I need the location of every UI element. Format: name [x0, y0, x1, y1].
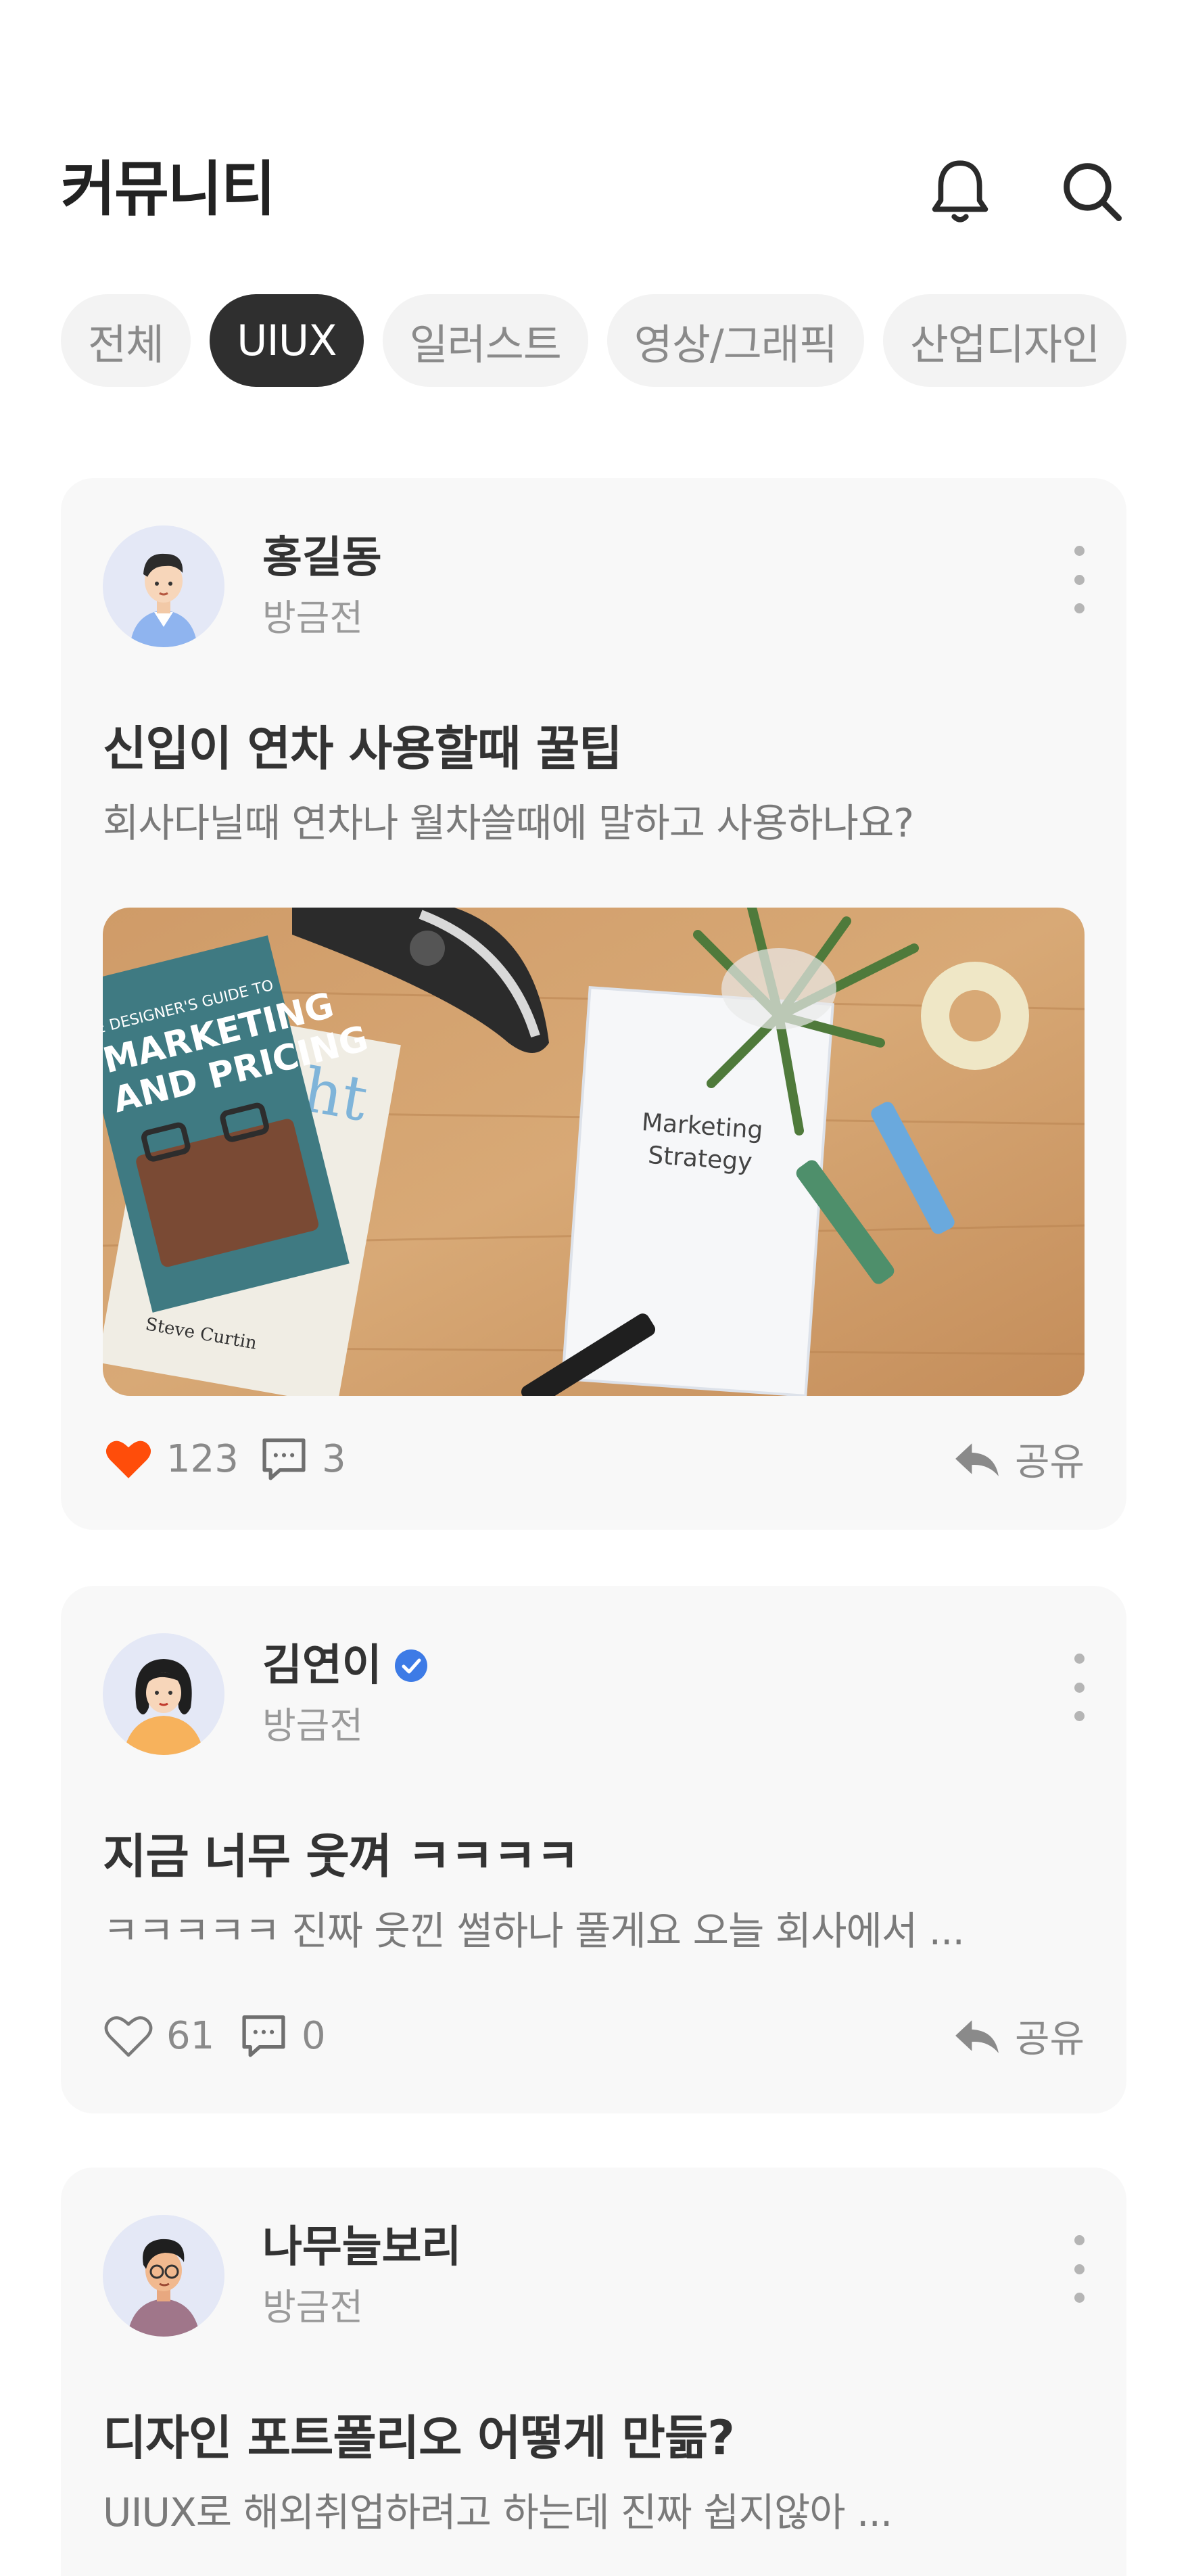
like-button[interactable]: 61	[103, 2005, 214, 2066]
heart-filled-icon	[103, 1433, 154, 1484]
chip-industrial-design[interactable]: 산업디자인	[882, 294, 1127, 387]
post-body[interactable]: ㅋㅋㅋㅋㅋ 진짜 웃낀 썰하나 풀게요 오늘 회사에서 ...	[103, 1904, 965, 1958]
post-actions: 123 3 공유	[103, 1428, 1085, 1489]
like-count: 123	[166, 1436, 239, 1481]
share-button[interactable]: 공유	[951, 2005, 1085, 2066]
more-options-icon[interactable]	[1066, 1654, 1093, 1721]
post-card[interactable]: 김연이 방금전 지금 너무 웃껴 ㅋㅋㅋㅋ ㅋㅋㅋㅋㅋ 진짜 웃낀 썰하나 풀게…	[61, 1586, 1126, 2113]
share-button[interactable]: 공유	[951, 1428, 1085, 1489]
comment-icon	[258, 1433, 310, 1484]
comment-button[interactable]: 0	[238, 2005, 326, 2066]
comment-count: 0	[302, 2013, 326, 2058]
share-reply-icon	[951, 2010, 1003, 2061]
post-time: 방금전	[262, 1704, 364, 1747]
comment-count: 3	[322, 1436, 346, 1481]
header: 커뮤니티	[0, 0, 1190, 284]
chip-video-graphic[interactable]: 영상/그래픽	[606, 294, 864, 387]
page-title: 커뮤니티	[61, 154, 276, 224]
like-count: 61	[166, 2013, 215, 2058]
chip-illust[interactable]: 일러스트	[382, 294, 588, 387]
more-options-icon[interactable]	[1066, 546, 1093, 613]
chip-all[interactable]: 전체	[61, 294, 191, 387]
heart-outline-icon	[103, 2010, 154, 2061]
post-image[interactable]: ht Steve Curtin E DESIGNER'S GUIDE TO MA…	[103, 908, 1085, 1396]
avatar[interactable]	[103, 525, 224, 647]
comment-button[interactable]: 3	[258, 1428, 346, 1489]
post-time: 방금전	[262, 2286, 364, 2328]
share-reply-icon	[951, 1433, 1003, 1484]
avatar[interactable]	[103, 1633, 224, 1755]
post-body[interactable]: 회사다닐때 연차나 월차쓸때에 말하고 사용하나요?	[103, 796, 914, 850]
chip-uiux[interactable]: UIUX	[210, 294, 364, 387]
author-name-text: 나무늘보리	[262, 2222, 462, 2272]
avatar[interactable]	[103, 2215, 224, 2337]
author-name-text: 김연이	[262, 1641, 382, 1691]
share-label: 공유	[1014, 1440, 1085, 1484]
post-title[interactable]: 디자인 포트폴리오 어떻게 만듦?	[103, 2408, 735, 2468]
share-label: 공유	[1014, 2017, 1085, 2061]
category-chips: 전체 UIUX 일러스트 영상/그래픽 산업디자인	[61, 294, 1127, 387]
like-button[interactable]: 123	[103, 1428, 239, 1489]
post-actions: 61 0 공유	[103, 2005, 1085, 2066]
author-name[interactable]: 김연이	[262, 1639, 428, 1693]
post-title[interactable]: 신입이 연차 사용할때 꿀팁	[103, 718, 623, 779]
community-page: 커뮤니티 전체 UIUX 일러스트 영상/그래픽 산업디자인 홍길동 방금전 신…	[0, 0, 1190, 2576]
author-name[interactable]: 나무늘보리	[262, 2220, 461, 2274]
verified-badge-icon	[394, 1649, 428, 1683]
post-title[interactable]: 지금 너무 웃껴 ㅋㅋㅋㅋ	[103, 1826, 579, 1887]
post-card[interactable]: 나무늘보리 방금전 디자인 포트폴리오 어떻게 만듦? UIUX로 해외취업하려…	[61, 2168, 1126, 2576]
author-name-text: 홍길동	[262, 533, 382, 583]
post-time: 방금전	[262, 596, 364, 639]
post-card[interactable]: 홍길동 방금전 신입이 연차 사용할때 꿀팁 회사다닐때 연차나 월차쓸때에 말…	[61, 478, 1126, 1530]
search-icon[interactable]	[1048, 147, 1136, 235]
bell-icon[interactable]	[916, 147, 1004, 235]
post-body[interactable]: UIUX로 해외취업하려고 하는데 진짜 쉽지않아 ...	[103, 2485, 892, 2539]
author-name[interactable]: 홍길동	[262, 531, 382, 585]
comment-icon	[238, 2010, 289, 2061]
more-options-icon[interactable]	[1066, 2235, 1093, 2303]
